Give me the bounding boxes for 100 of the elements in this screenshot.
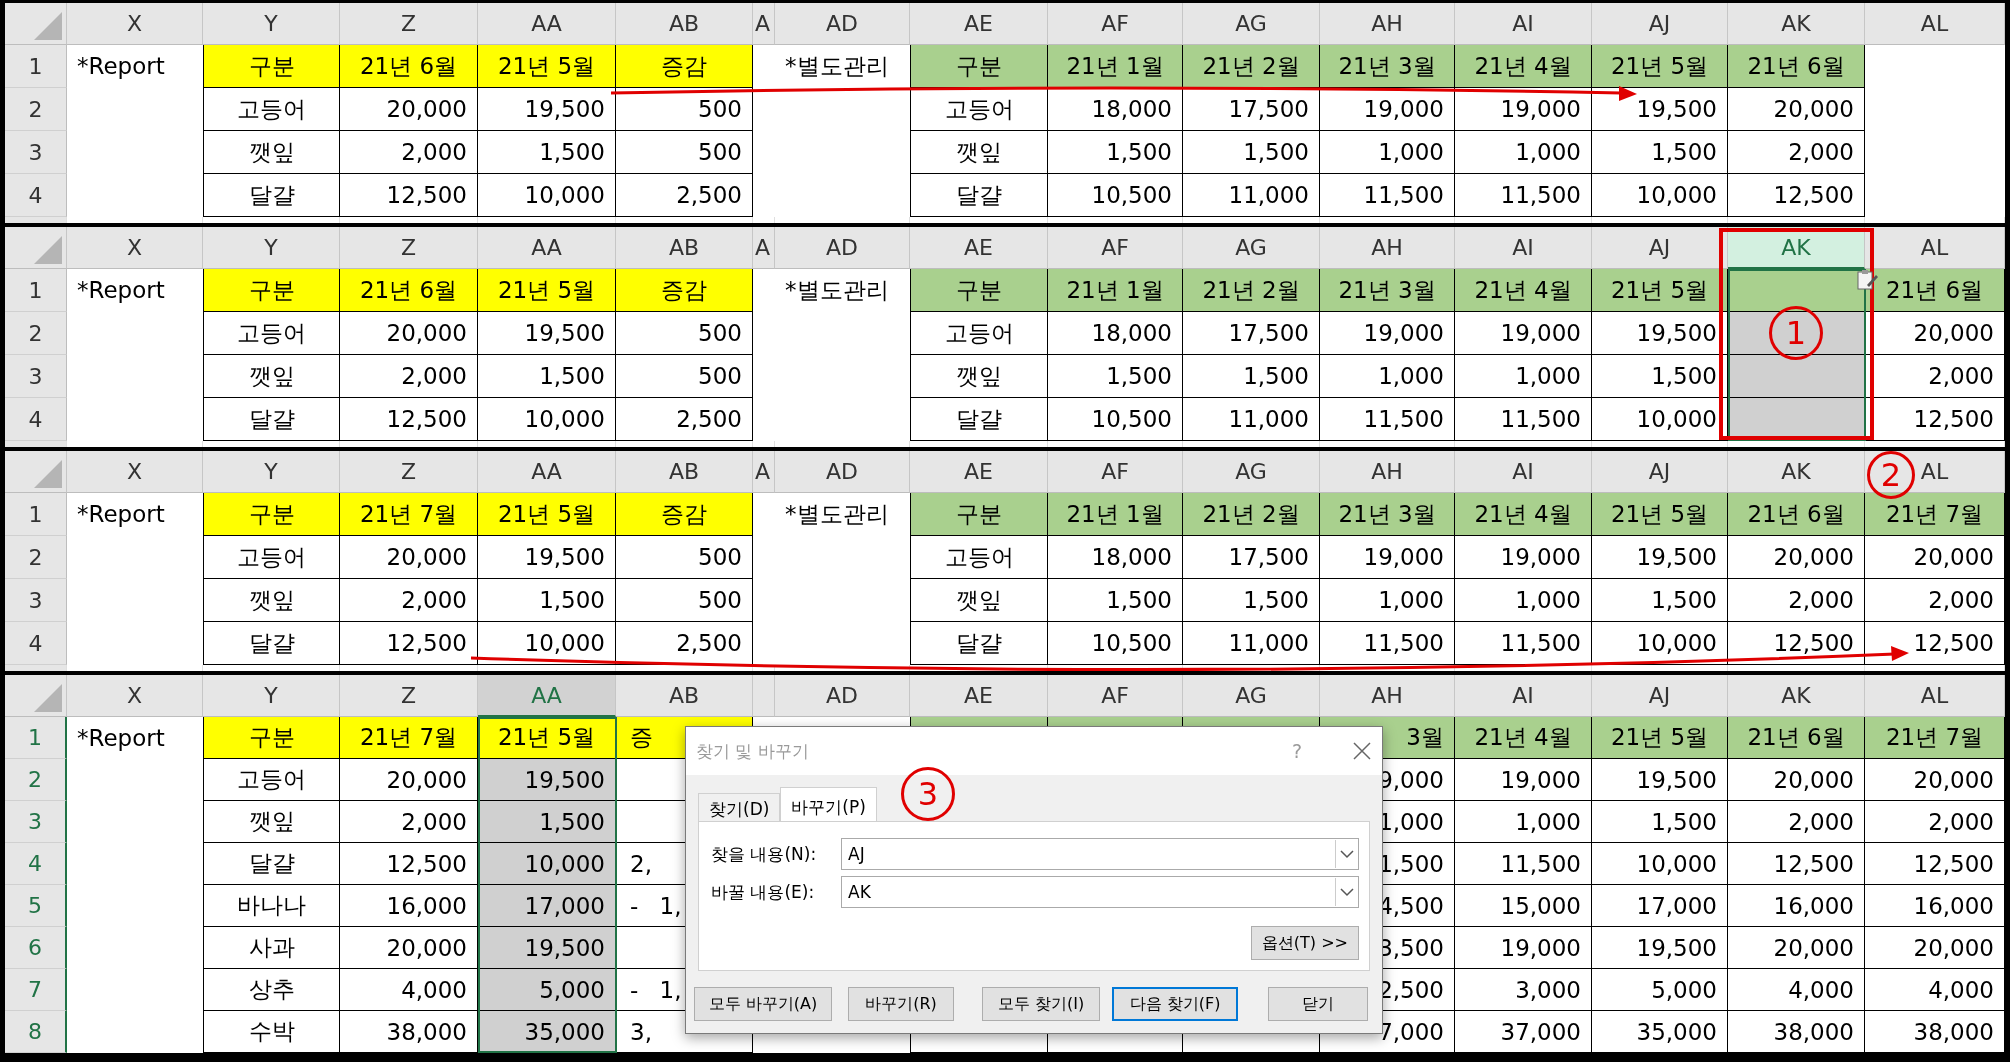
column-header[interactable]: AD [775,675,910,717]
options-button[interactable]: 옵션(T) >> [1250,926,1359,960]
select-all-button[interactable] [5,3,67,45]
select-all-button[interactable] [5,675,67,717]
column-header[interactable]: AH [1320,451,1455,493]
column-header[interactable]: AK [1728,675,1865,717]
column-header[interactable]: A [753,3,775,45]
column-header[interactable]: AE [910,227,1048,269]
table-cell: 1,500 [1592,579,1728,622]
column-header[interactable]: AI [1455,451,1592,493]
paste-options-icon[interactable] [1857,269,1879,291]
column-header[interactable]: AG [1183,675,1320,717]
dialog-button[interactable]: 모두 바꾸기(A) [694,987,832,1021]
column-header[interactable]: AB [616,3,753,45]
column-header[interactable]: X [67,451,203,493]
row-header[interactable]: 4 [5,398,67,441]
column-header[interactable] [753,675,775,717]
column-header[interactable]: Y [203,675,340,717]
row-header[interactable]: 5 [5,885,67,927]
column-header[interactable]: AD [775,3,910,45]
column-header[interactable]: AA [478,3,616,45]
column-header[interactable]: Y [203,451,340,493]
column-header[interactable]: AA [478,675,616,717]
row-header[interactable]: 3 [5,355,67,398]
row-header[interactable]: 2 [5,536,67,579]
column-header[interactable]: AJ [1592,675,1728,717]
column-header[interactable]: X [67,675,203,717]
dialog-button[interactable]: 모두 찾기(I) [982,987,1100,1021]
column-header[interactable]: AE [910,675,1048,717]
dialog-button[interactable]: 닫기 [1268,987,1368,1021]
column-header[interactable]: Z [340,3,478,45]
column-header[interactable]: AH [1320,227,1455,269]
row-header[interactable]: 1 [5,717,67,759]
row-header[interactable]: 1 [5,269,67,312]
dialog-button[interactable]: 다음 찾기(F) [1112,987,1238,1021]
row-header[interactable]: 4 [5,622,67,665]
table-cell: 고등어 [910,312,1048,355]
dialog-tab[interactable]: 바꾸기(P) [780,787,877,821]
row-header[interactable]: 3 [5,801,67,843]
column-header[interactable]: AA [478,451,616,493]
row-header[interactable]: 3 [5,579,67,622]
column-header[interactable]: AF [1048,451,1183,493]
column-header[interactable]: AE [910,451,1048,493]
column-header[interactable]: AG [1183,3,1320,45]
column-header[interactable]: AF [1048,227,1183,269]
row-header[interactable]: 6 [5,927,67,969]
column-header[interactable]: AJ [1592,3,1728,45]
column-header[interactable]: Y [203,227,340,269]
select-all-button[interactable] [5,451,67,493]
dialog-tab[interactable]: 찾기(D) [698,793,781,821]
column-header[interactable]: AK [1728,227,1865,269]
column-header[interactable]: AL [1865,3,2005,45]
column-header[interactable]: AG [1183,227,1320,269]
column-header[interactable]: Y [203,3,340,45]
column-header[interactable]: AH [1320,675,1455,717]
row-header[interactable]: 2 [5,759,67,801]
column-header[interactable]: AL [1865,227,2005,269]
combo-box[interactable]: AK [841,876,1359,908]
column-header[interactable]: AB [616,675,753,717]
column-header[interactable]: AL [1865,675,2005,717]
row-header[interactable]: 4 [5,843,67,885]
column-header[interactable]: AB [616,227,753,269]
row-header[interactable]: 2 [5,312,67,355]
column-header[interactable]: X [67,3,203,45]
column-header[interactable]: AH [1320,3,1455,45]
column-header[interactable]: AG [1183,451,1320,493]
column-header[interactable]: AJ [1592,451,1728,493]
column-header[interactable]: AJ [1592,227,1728,269]
table-cell: 바나나 [203,885,340,927]
column-header[interactable]: AK [1728,451,1865,493]
row-header[interactable]: 1 [5,45,67,88]
dialog-button[interactable]: 바꾸기(R) [848,987,954,1021]
column-header[interactable]: AK [1728,3,1865,45]
row-header[interactable]: 1 [5,493,67,536]
row-header[interactable]: 4 [5,174,67,217]
column-header[interactable]: Z [340,227,478,269]
column-header[interactable]: AF [1048,3,1183,45]
row-header[interactable]: 2 [5,88,67,131]
row-header[interactable]: 8 [5,1011,67,1053]
column-header[interactable]: AA [478,227,616,269]
column-header[interactable]: X [67,227,203,269]
column-header[interactable]: A [753,227,775,269]
column-header[interactable]: AD [775,227,910,269]
column-header[interactable]: AE [910,3,1048,45]
column-header[interactable]: AI [1455,675,1592,717]
select-all-button[interactable] [5,227,67,269]
column-header[interactable]: AI [1455,3,1592,45]
row-header[interactable]: 7 [5,969,67,1011]
column-header[interactable]: AB [616,451,753,493]
close-icon[interactable] [1352,741,1372,761]
table-cell: 고등어 [203,88,340,131]
row-header[interactable]: 3 [5,131,67,174]
table-cell: 1,500 [1048,355,1183,398]
column-header[interactable]: AF [1048,675,1183,717]
column-header[interactable]: A [753,451,775,493]
column-header[interactable]: Z [340,675,478,717]
combo-box[interactable]: AJ [841,838,1359,870]
column-header[interactable]: Z [340,451,478,493]
column-header[interactable]: AD [775,451,910,493]
column-header[interactable]: AI [1455,227,1592,269]
